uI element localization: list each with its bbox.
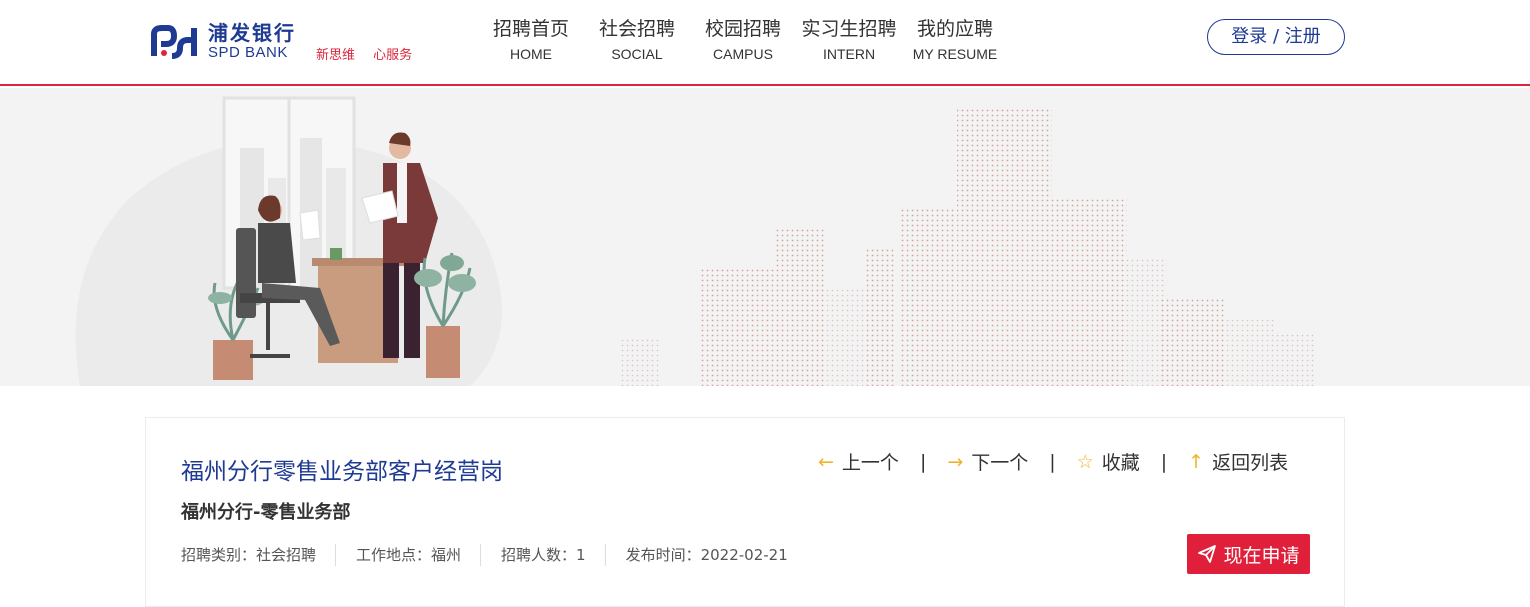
nav-label-en: HOME: [510, 46, 552, 62]
nav-label-cn: 招聘首页: [492, 18, 569, 40]
meta-category: 招聘类别：社会招聘: [181, 546, 317, 564]
send-icon: [1198, 545, 1217, 563]
nav-item-my-resume[interactable]: 我的应聘 MY RESUME: [902, 16, 1008, 66]
nav-item-home[interactable]: 招聘首页 HOME: [478, 16, 584, 66]
apply-label: 现在申请: [1223, 544, 1300, 567]
job-title: 福州分行零售业务部客户经营岗: [181, 459, 503, 485]
site-header: 浦发银行 SPD BANK 新思维 心服务 招聘首页 HOME 社会招聘 SOC…: [0, 0, 1530, 86]
bank-logo[interactable]: 浦发银行 SPD BANK: [150, 22, 296, 64]
nav-label-cn: 社会招聘: [598, 18, 675, 40]
arrow-up-icon: ↑: [1188, 450, 1205, 473]
job-actions: ← 上一个 | → 下一个 | ☆ 收藏 | ↑ 返回列表: [818, 448, 1288, 475]
meta-location: 工作地点：福州: [335, 544, 480, 566]
job-department: 福州分行-零售业务部: [181, 502, 351, 523]
divider: |: [1160, 450, 1168, 473]
main-nav: 招聘首页 HOME 社会招聘 SOCIAL 校园招聘 CAMPUS 实习生招聘 …: [478, 16, 1008, 66]
arrow-left-icon: ←: [818, 450, 834, 473]
favorite-label: 收藏: [1101, 452, 1140, 474]
apply-now-button[interactable]: 现在申请: [1187, 534, 1310, 574]
spd-logo-icon: [151, 25, 197, 59]
nav-item-social[interactable]: 社会招聘 SOCIAL: [584, 16, 690, 66]
logo-name-en: SPD BANK: [208, 44, 288, 61]
nav-label-en: CAMPUS: [713, 46, 773, 62]
nav-label-en: INTERN: [822, 46, 876, 62]
slogan-part-1: 新思维: [316, 48, 356, 63]
logo-name-cn: 浦发银行: [208, 21, 296, 45]
meta-publish-date: 发布时间：2022-02-21: [604, 544, 807, 566]
slogan: 新思维 心服务: [316, 44, 426, 63]
nav-label-cn: 校园招聘: [704, 18, 781, 40]
arrow-right-icon: →: [947, 450, 964, 473]
nav-item-campus[interactable]: 校园招聘 CAMPUS: [690, 16, 796, 66]
slogan-part-2: 心服务: [373, 48, 413, 63]
login-register-button[interactable]: 登录 / 注册: [1207, 19, 1345, 55]
nav-label-cn: 我的应聘: [916, 18, 993, 40]
prev-job-button[interactable]: ← 上一个: [818, 448, 899, 475]
divider: |: [1049, 450, 1056, 473]
favorite-button[interactable]: ☆ 收藏: [1077, 448, 1140, 475]
nav-label-cn: 实习生招聘: [801, 18, 897, 40]
star-icon: ☆: [1076, 450, 1094, 473]
nav-item-intern[interactable]: 实习生招聘 INTERN: [796, 16, 902, 66]
next-job-button[interactable]: → 下一个: [947, 448, 1028, 475]
job-detail-card: 福州分行零售业务部客户经营岗 福州分行-零售业务部 招聘类别：社会招聘 工作地点…: [145, 417, 1345, 607]
nav-label-en: MY RESUME: [912, 46, 998, 62]
hero-banner: [0, 88, 1530, 386]
next-label: 下一个: [971, 452, 1029, 474]
meta-headcount: 招聘人数：1: [480, 544, 605, 566]
divider: |: [919, 450, 927, 473]
job-meta: 招聘类别：社会招聘 工作地点：福州 招聘人数：1 发布时间：2022-02-21: [181, 544, 807, 566]
prev-label: 上一个: [841, 452, 899, 474]
back-to-list-button[interactable]: ↑ 返回列表: [1188, 448, 1288, 475]
nav-label-en: SOCIAL: [611, 46, 663, 62]
back-label: 返回列表: [1212, 452, 1289, 474]
office-illustration: [75, 96, 1315, 386]
